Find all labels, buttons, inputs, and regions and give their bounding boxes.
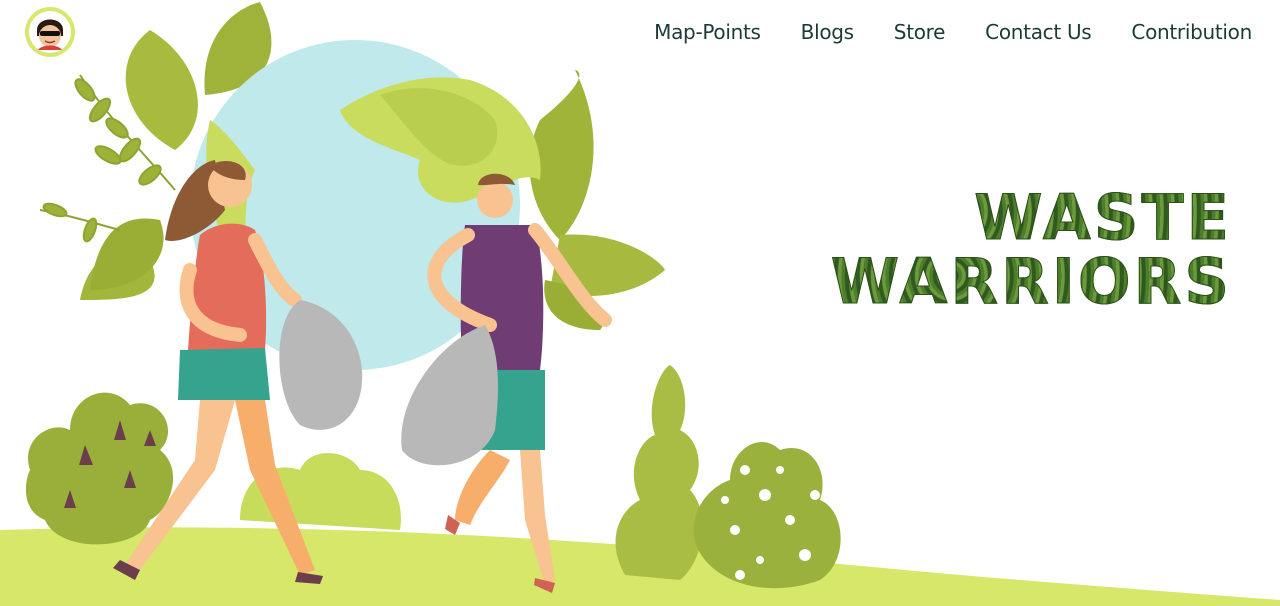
bush-left (25, 392, 174, 545)
hero-title-line-1: WASTE (831, 185, 1232, 250)
hero-title: WASTE WARRIORS (830, 185, 1232, 318)
nav-blogs[interactable]: Blogs (781, 18, 874, 46)
hero-title-line-2: WARRIORS (830, 245, 1232, 318)
nav-contribution[interactable]: Contribution (1111, 18, 1252, 46)
avatar-icon[interactable] (24, 6, 76, 58)
nav-store[interactable]: Store (874, 18, 965, 46)
top-nav: Map-Points Blogs Store Contact Us Contri… (634, 18, 1252, 46)
bush-right (615, 365, 841, 589)
nav-contact-us[interactable]: Contact Us (965, 18, 1111, 46)
nav-map-points[interactable]: Map-Points (634, 18, 781, 46)
